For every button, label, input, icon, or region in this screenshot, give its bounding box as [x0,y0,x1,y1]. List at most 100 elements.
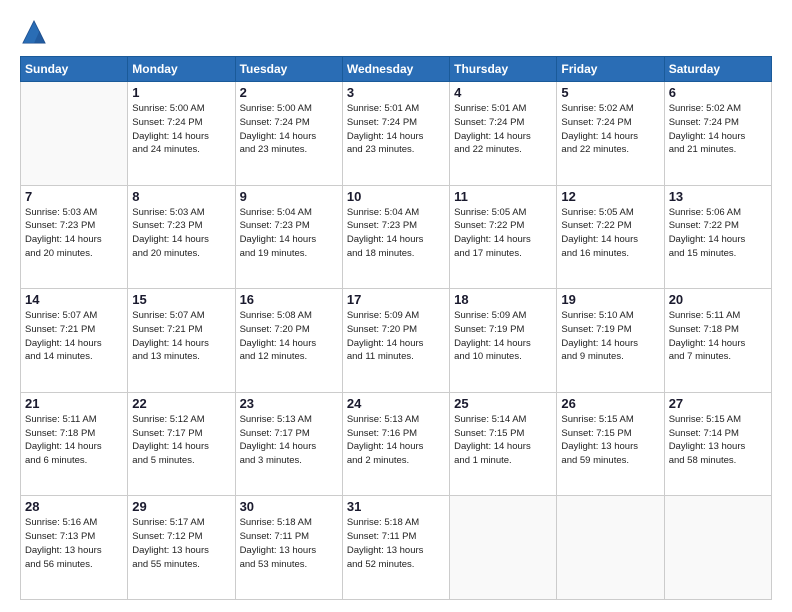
calendar-cell: 26 Sunrise: 5:15 AMSunset: 7:15 PMDayligh… [557,392,664,496]
day-number: 20 [669,292,767,307]
day-info: Sunrise: 5:08 AMSunset: 7:20 PMDaylight:… [240,309,338,364]
calendar-cell: 3Sunrise: 5:01 AMSunset: 7:24 PMDaylight… [342,82,449,186]
day-info: Sunrise: 5:09 AMSunset: 7:19 PMDaylight:… [454,309,552,364]
day-info: Sunrise: 5:03 AMSunset: 7:23 PMDaylight:… [132,206,230,261]
day-number: 3 [347,85,445,100]
day-number: 8 [132,189,230,204]
day-info: Sunrise: 5:00 AMSunset: 7:24 PMDaylight:… [132,102,230,157]
day-number: 5 [561,85,659,100]
day-number: 2 [240,85,338,100]
calendar-cell [557,496,664,600]
day-number: 4 [454,85,552,100]
calendar-table: SundayMondayTuesdayWednesdayThursdayFrid… [20,56,772,600]
day-info: Sunrise: 5:05 AMSunset: 7:22 PMDaylight:… [454,206,552,261]
calendar-cell: 21 Sunrise: 5:11 AMSunset: 7:18 PMDayligh… [21,392,128,496]
day-number: 24 [347,396,445,411]
day-number: 30 [240,499,338,514]
day-number: 6 [669,85,767,100]
calendar-week-2: 7 Sunrise: 5:03 AMSunset: 7:23 PMDaylight… [21,185,772,289]
day-number: 22 [132,396,230,411]
day-number: 12 [561,189,659,204]
day-info: Sunrise: 5:10 AMSunset: 7:19 PMDaylight:… [561,309,659,364]
day-number: 23 [240,396,338,411]
day-info: Sunrise: 5:04 AMSunset: 7:23 PMDaylight:… [240,206,338,261]
day-number: 25 [454,396,552,411]
calendar-cell: 11 Sunrise: 5:05 AMSunset: 7:22 PMDayligh… [450,185,557,289]
calendar-cell: 18Sunrise: 5:09 AMSunset: 7:19 PMDayligh… [450,289,557,393]
day-number: 10 [347,189,445,204]
calendar-week-5: 28 Sunrise: 5:16 AMSunset: 7:13 PMDayligh… [21,496,772,600]
calendar-cell: 31Sunrise: 5:18 AMSunset: 7:11 PMDayligh… [342,496,449,600]
calendar-cell: 6 Sunrise: 5:02 AMSunset: 7:24 PMDaylight… [664,82,771,186]
day-info: Sunrise: 5:07 AMSunset: 7:21 PMDaylight:… [132,309,230,364]
calendar-cell: 1 Sunrise: 5:00 AMSunset: 7:24 PMDaylight… [128,82,235,186]
day-info: Sunrise: 5:18 AMSunset: 7:11 PMDaylight:… [240,516,338,571]
day-info: Sunrise: 5:02 AMSunset: 7:24 PMDaylight:… [669,102,767,157]
calendar-cell: 4 Sunrise: 5:01 AMSunset: 7:24 PMDaylight… [450,82,557,186]
day-info: Sunrise: 5:05 AMSunset: 7:22 PMDaylight:… [561,206,659,261]
day-number: 28 [25,499,123,514]
weekday-header-wednesday: Wednesday [342,57,449,82]
day-number: 9 [240,189,338,204]
calendar-cell: 19 Sunrise: 5:10 AMSunset: 7:19 PMDayligh… [557,289,664,393]
logo [20,18,52,46]
calendar-cell: 12 Sunrise: 5:05 AMSunset: 7:22 PMDayligh… [557,185,664,289]
day-info: Sunrise: 5:13 AMSunset: 7:16 PMDaylight:… [347,413,445,468]
day-number: 1 [132,85,230,100]
calendar-week-4: 21 Sunrise: 5:11 AMSunset: 7:18 PMDayligh… [21,392,772,496]
day-info: Sunrise: 5:17 AMSunset: 7:12 PMDaylight:… [132,516,230,571]
day-number: 27 [669,396,767,411]
calendar-cell: 13 Sunrise: 5:06 AMSunset: 7:22 PMDayligh… [664,185,771,289]
day-number: 26 [561,396,659,411]
calendar-cell [450,496,557,600]
day-info: Sunrise: 5:11 AMSunset: 7:18 PMDaylight:… [669,309,767,364]
day-number: 16 [240,292,338,307]
weekday-header-row: SundayMondayTuesdayWednesdayThursdayFrid… [21,57,772,82]
day-info: Sunrise: 5:00 AMSunset: 7:24 PMDaylight:… [240,102,338,157]
calendar-cell: 17Sunrise: 5:09 AMSunset: 7:20 PMDayligh… [342,289,449,393]
day-info: Sunrise: 5:01 AMSunset: 7:24 PMDaylight:… [454,102,552,157]
day-info: Sunrise: 5:13 AMSunset: 7:17 PMDaylight:… [240,413,338,468]
page: SundayMondayTuesdayWednesdayThursdayFrid… [0,0,792,612]
day-info: Sunrise: 5:14 AMSunset: 7:15 PMDaylight:… [454,413,552,468]
day-info: Sunrise: 5:07 AMSunset: 7:21 PMDaylight:… [25,309,123,364]
weekday-header-friday: Friday [557,57,664,82]
calendar-cell: 27 Sunrise: 5:15 AMSunset: 7:14 PMDayligh… [664,392,771,496]
day-number: 29 [132,499,230,514]
calendar-cell: 14Sunrise: 5:07 AMSunset: 7:21 PMDayligh… [21,289,128,393]
calendar-cell: 29 Sunrise: 5:17 AMSunset: 7:12 PMDayligh… [128,496,235,600]
calendar-cell: 2 Sunrise: 5:00 AMSunset: 7:24 PMDaylight… [235,82,342,186]
calendar-cell: 22 Sunrise: 5:12 AMSunset: 7:17 PMDayligh… [128,392,235,496]
calendar-cell: 30 Sunrise: 5:18 AMSunset: 7:11 PMDayligh… [235,496,342,600]
day-info: Sunrise: 5:03 AMSunset: 7:23 PMDaylight:… [25,206,123,261]
calendar-cell: 20 Sunrise: 5:11 AMSunset: 7:18 PMDayligh… [664,289,771,393]
day-info: Sunrise: 5:12 AMSunset: 7:17 PMDaylight:… [132,413,230,468]
weekday-header-saturday: Saturday [664,57,771,82]
day-info: Sunrise: 5:15 AMSunset: 7:14 PMDaylight:… [669,413,767,468]
day-number: 31 [347,499,445,514]
calendar-cell: 5 Sunrise: 5:02 AMSunset: 7:24 PMDaylight… [557,82,664,186]
weekday-header-tuesday: Tuesday [235,57,342,82]
day-info: Sunrise: 5:02 AMSunset: 7:24 PMDaylight:… [561,102,659,157]
logo-icon [20,18,48,46]
day-info: Sunrise: 5:11 AMSunset: 7:18 PMDaylight:… [25,413,123,468]
day-info: Sunrise: 5:15 AMSunset: 7:15 PMDaylight:… [561,413,659,468]
day-number: 19 [561,292,659,307]
day-info: Sunrise: 5:04 AMSunset: 7:23 PMDaylight:… [347,206,445,261]
calendar-cell: 15Sunrise: 5:07 AMSunset: 7:21 PMDayligh… [128,289,235,393]
calendar-week-1: 1 Sunrise: 5:00 AMSunset: 7:24 PMDaylight… [21,82,772,186]
day-number: 7 [25,189,123,204]
calendar-cell [664,496,771,600]
day-number: 21 [25,396,123,411]
calendar-cell: 24 Sunrise: 5:13 AMSunset: 7:16 PMDayligh… [342,392,449,496]
day-number: 17 [347,292,445,307]
day-info: Sunrise: 5:06 AMSunset: 7:22 PMDaylight:… [669,206,767,261]
day-number: 13 [669,189,767,204]
day-number: 11 [454,189,552,204]
calendar-cell: 28 Sunrise: 5:16 AMSunset: 7:13 PMDayligh… [21,496,128,600]
calendar-cell: 9 Sunrise: 5:04 AMSunset: 7:23 PMDaylight… [235,185,342,289]
calendar-cell: 23 Sunrise: 5:13 AMSunset: 7:17 PMDayligh… [235,392,342,496]
weekday-header-thursday: Thursday [450,57,557,82]
header [20,18,772,46]
day-info: Sunrise: 5:16 AMSunset: 7:13 PMDaylight:… [25,516,123,571]
